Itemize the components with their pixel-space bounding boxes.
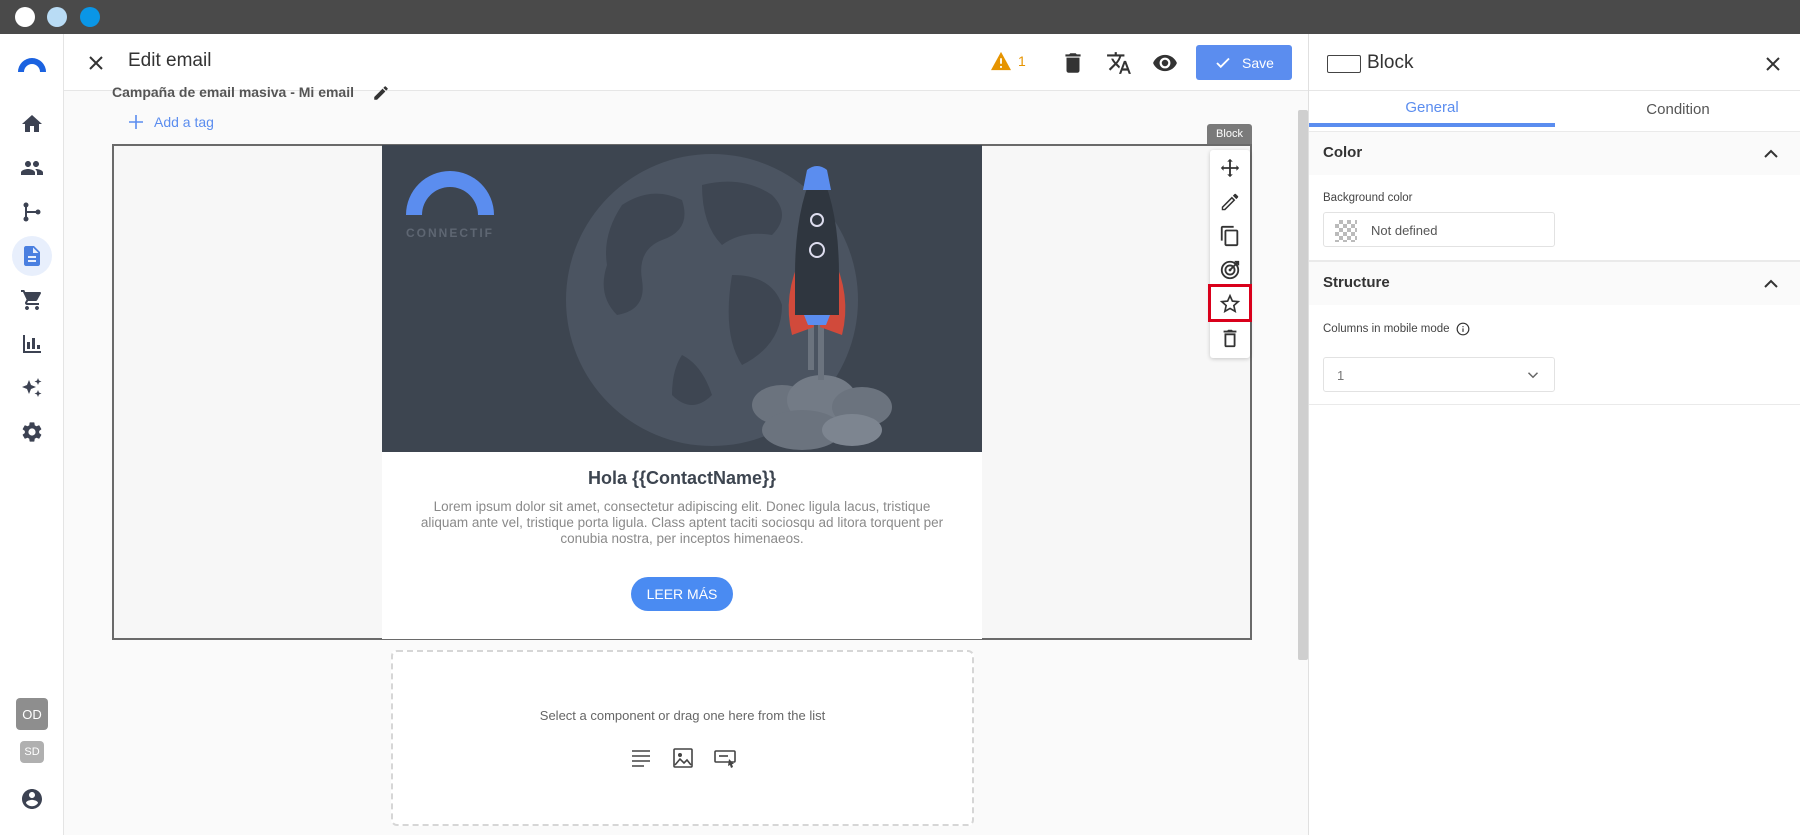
preview-eye-icon[interactable] [1152, 50, 1178, 76]
edit-block-button[interactable] [1218, 190, 1242, 214]
panel-header: Block [1309, 34, 1800, 91]
warnings-button[interactable]: 1 [990, 51, 1026, 71]
columns-mobile-value: 1 [1337, 368, 1345, 383]
block-type-icon [1327, 55, 1361, 73]
tab-condition[interactable]: Condition [1555, 91, 1800, 127]
tab-general[interactable]: General [1309, 91, 1555, 127]
delete-icon [1223, 329, 1237, 348]
editor-header: Edit email 1 Save [64, 34, 1308, 91]
background-color-picker[interactable]: Not defined [1323, 212, 1555, 247]
sparkles-icon [22, 378, 42, 397]
save-button-label: Save [1242, 54, 1274, 71]
campaign-name: Campaña de email masiva - Mi email [112, 84, 354, 100]
sidebar-item-commerce[interactable] [12, 280, 52, 320]
target-icon [1220, 260, 1240, 280]
sidebar-item-contacts[interactable] [12, 148, 52, 188]
user-profile-button[interactable] [12, 779, 52, 819]
block-label: Block [1207, 124, 1252, 144]
structure-section-header[interactable]: Structure [1309, 261, 1800, 305]
duplicate-icon [1220, 225, 1239, 247]
email-body-text: Lorem ipsum dolor sit amet, consectetur … [420, 499, 944, 546]
check-icon [1216, 57, 1230, 68]
text-component-icon[interactable] [629, 746, 653, 770]
sidebar: OD SD [0, 34, 64, 835]
warning-count: 1 [1018, 53, 1026, 69]
sidebar-item-analytics[interactable] [12, 324, 52, 364]
info-icon[interactable] [1456, 322, 1470, 336]
account-badge-sd[interactable]: SD [20, 741, 44, 763]
contacts-icon [21, 161, 43, 175]
add-tag-label: Add a tag [154, 114, 214, 130]
favorite-action-highlight [1208, 284, 1252, 322]
window-close-button[interactable] [15, 7, 35, 27]
background-color-value: Not defined [1371, 223, 1438, 238]
plus-icon [129, 115, 143, 129]
home-icon [22, 115, 42, 132]
edit-name-pencil-icon[interactable] [372, 84, 390, 102]
delete-email-icon[interactable] [1060, 50, 1086, 76]
sidebar-item-content[interactable] [12, 236, 52, 276]
color-section-title: Color [1323, 144, 1363, 161]
analytics-icon [23, 335, 41, 353]
columns-mobile-select[interactable]: 1 [1323, 357, 1555, 392]
move-block-button[interactable] [1218, 156, 1242, 180]
chevron-up-icon [1764, 279, 1778, 288]
content-icon [24, 246, 40, 266]
sidebar-item-settings[interactable] [12, 412, 52, 452]
user-account-icon [22, 789, 42, 809]
chevron-up-icon [1764, 149, 1778, 158]
window-minimize-button[interactable] [47, 7, 67, 27]
chevron-down-icon [1527, 372, 1539, 379]
background-color-label: Background color [1323, 192, 1413, 204]
workflow-icon [23, 202, 41, 222]
properties-panel: Block General Condition Color Background… [1308, 34, 1800, 835]
save-button[interactable]: Save [1196, 45, 1292, 80]
structure-section-title: Structure [1323, 274, 1390, 291]
close-panel-icon[interactable] [1761, 52, 1785, 76]
window-maximize-button[interactable] [80, 7, 100, 27]
hero-image[interactable]: CONNECTIF [382, 145, 982, 452]
close-editor-icon[interactable] [84, 51, 108, 75]
section-divider [1309, 404, 1800, 405]
app-logo-icon[interactable] [14, 50, 50, 74]
duplicate-block-button[interactable] [1218, 224, 1242, 248]
image-component-icon[interactable] [671, 746, 695, 770]
color-section-header[interactable]: Color [1309, 131, 1800, 175]
target-block-button[interactable] [1218, 258, 1242, 282]
transparent-swatch-icon [1335, 220, 1357, 242]
canvas-scrollbar[interactable] [1298, 110, 1308, 660]
window-titlebar [0, 0, 1800, 34]
sidebar-item-workflows[interactable] [12, 192, 52, 232]
translate-icon[interactable] [1106, 50, 1132, 76]
delete-block-button[interactable] [1218, 326, 1242, 350]
move-icon [1220, 158, 1240, 178]
page-title: Edit email [128, 50, 212, 71]
cart-icon [21, 290, 42, 310]
block-toolbar [1210, 150, 1250, 358]
panel-title: Block [1367, 52, 1414, 73]
edit-icon [1221, 193, 1239, 211]
connectif-logo-arc [406, 171, 494, 215]
add-tag-button[interactable]: Add a tag [128, 114, 214, 130]
sidebar-item-ai[interactable] [12, 368, 52, 408]
sidebar-item-home[interactable] [12, 104, 52, 144]
columns-mobile-label-text: Columns in mobile mode [1323, 323, 1450, 335]
button-component-icon[interactable] [713, 746, 737, 770]
columns-mobile-label: Columns in mobile mode [1323, 322, 1470, 336]
warning-icon [991, 51, 1011, 71]
component-dropzone[interactable]: Select a component or drag one here from… [391, 650, 974, 826]
dropzone-text: Select a component or drag one here from… [539, 708, 826, 723]
hero-logo-text: CONNECTIF [406, 226, 494, 240]
email-cta-button[interactable]: LEER MÁS [631, 577, 733, 611]
settings-icon [22, 422, 42, 442]
email-heading: Hola {{ContactName}} [587, 468, 777, 488]
account-badge-od[interactable]: OD [16, 698, 48, 730]
